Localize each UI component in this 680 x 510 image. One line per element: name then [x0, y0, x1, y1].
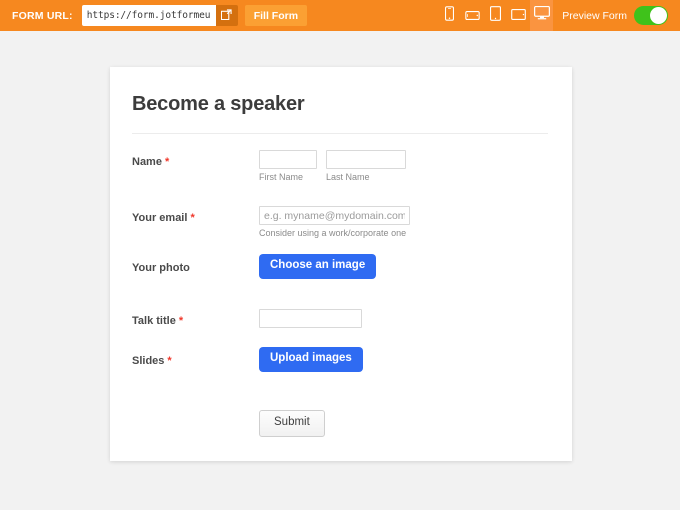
choose-an-image-button[interactable]: Choose an image — [259, 254, 376, 279]
fill-form-label: Fill Form — [254, 10, 298, 22]
device-button-phone-landscape[interactable] — [461, 0, 484, 31]
title-divider — [132, 133, 548, 134]
name-control: First Name Last Name — [259, 150, 406, 182]
email-input[interactable] — [259, 206, 410, 225]
name-inputs: First Name Last Name — [259, 150, 406, 182]
phone-portrait-icon — [445, 6, 454, 26]
required-marker: * — [165, 156, 169, 168]
phone-landscape-icon — [465, 7, 480, 25]
form-preview-card: Become a speaker Name* First Name Last N… — [110, 67, 572, 461]
field-label-talk-title: Talk title* — [132, 315, 183, 327]
desktop-monitor-icon — [534, 6, 550, 25]
top-toolbar: FORM URL: https://form.jotformeu Fill Fo… — [0, 0, 680, 31]
tablet-portrait-icon — [490, 6, 501, 26]
device-button-phone-portrait[interactable] — [438, 0, 461, 31]
field-label-photo: Your photo — [132, 262, 190, 274]
field-label-email: Your email* — [132, 212, 195, 224]
first-name-sublabel: First Name — [259, 172, 317, 182]
tablet-landscape-icon — [511, 7, 526, 25]
required-marker: * — [167, 355, 171, 367]
last-name-input[interactable] — [326, 150, 406, 169]
upload-images-button[interactable]: Upload images — [259, 347, 363, 372]
talk-title-input[interactable] — [259, 309, 362, 328]
device-button-tablet-landscape[interactable] — [507, 0, 530, 31]
preview-form-label: Preview Form — [562, 10, 627, 22]
device-button-desktop[interactable] — [530, 0, 553, 31]
last-name-group: Last Name — [326, 150, 406, 182]
toggle-knob — [650, 7, 667, 24]
open-url-button[interactable] — [216, 5, 238, 26]
first-name-group: First Name — [259, 150, 317, 182]
device-button-tablet-portrait[interactable] — [484, 0, 507, 31]
fill-form-button[interactable]: Fill Form — [245, 5, 307, 26]
form-url-label: FORM URL: — [12, 10, 73, 22]
required-marker: * — [179, 315, 183, 327]
external-link-icon — [221, 7, 232, 25]
email-control: Consider using a work/corporate one — [259, 206, 410, 238]
submit-button[interactable]: Submit — [259, 410, 325, 437]
field-label-name: Name* — [132, 156, 169, 168]
field-label-slides: Slides* — [132, 355, 172, 367]
device-preview-switcher — [438, 0, 553, 31]
form-url-input[interactable]: https://form.jotformeu — [82, 5, 216, 26]
first-name-input[interactable] — [259, 150, 317, 169]
form-title: Become a speaker — [132, 93, 304, 116]
required-marker: * — [190, 212, 194, 224]
preview-form-toggle[interactable] — [634, 6, 668, 25]
email-sublabel: Consider using a work/corporate one — [259, 228, 410, 238]
slides-control: Upload images — [259, 347, 363, 372]
last-name-sublabel: Last Name — [326, 172, 406, 182]
form-url-value: https://form.jotformeu — [87, 10, 211, 21]
talk-title-control — [259, 309, 362, 328]
photo-control: Choose an image — [259, 254, 376, 279]
